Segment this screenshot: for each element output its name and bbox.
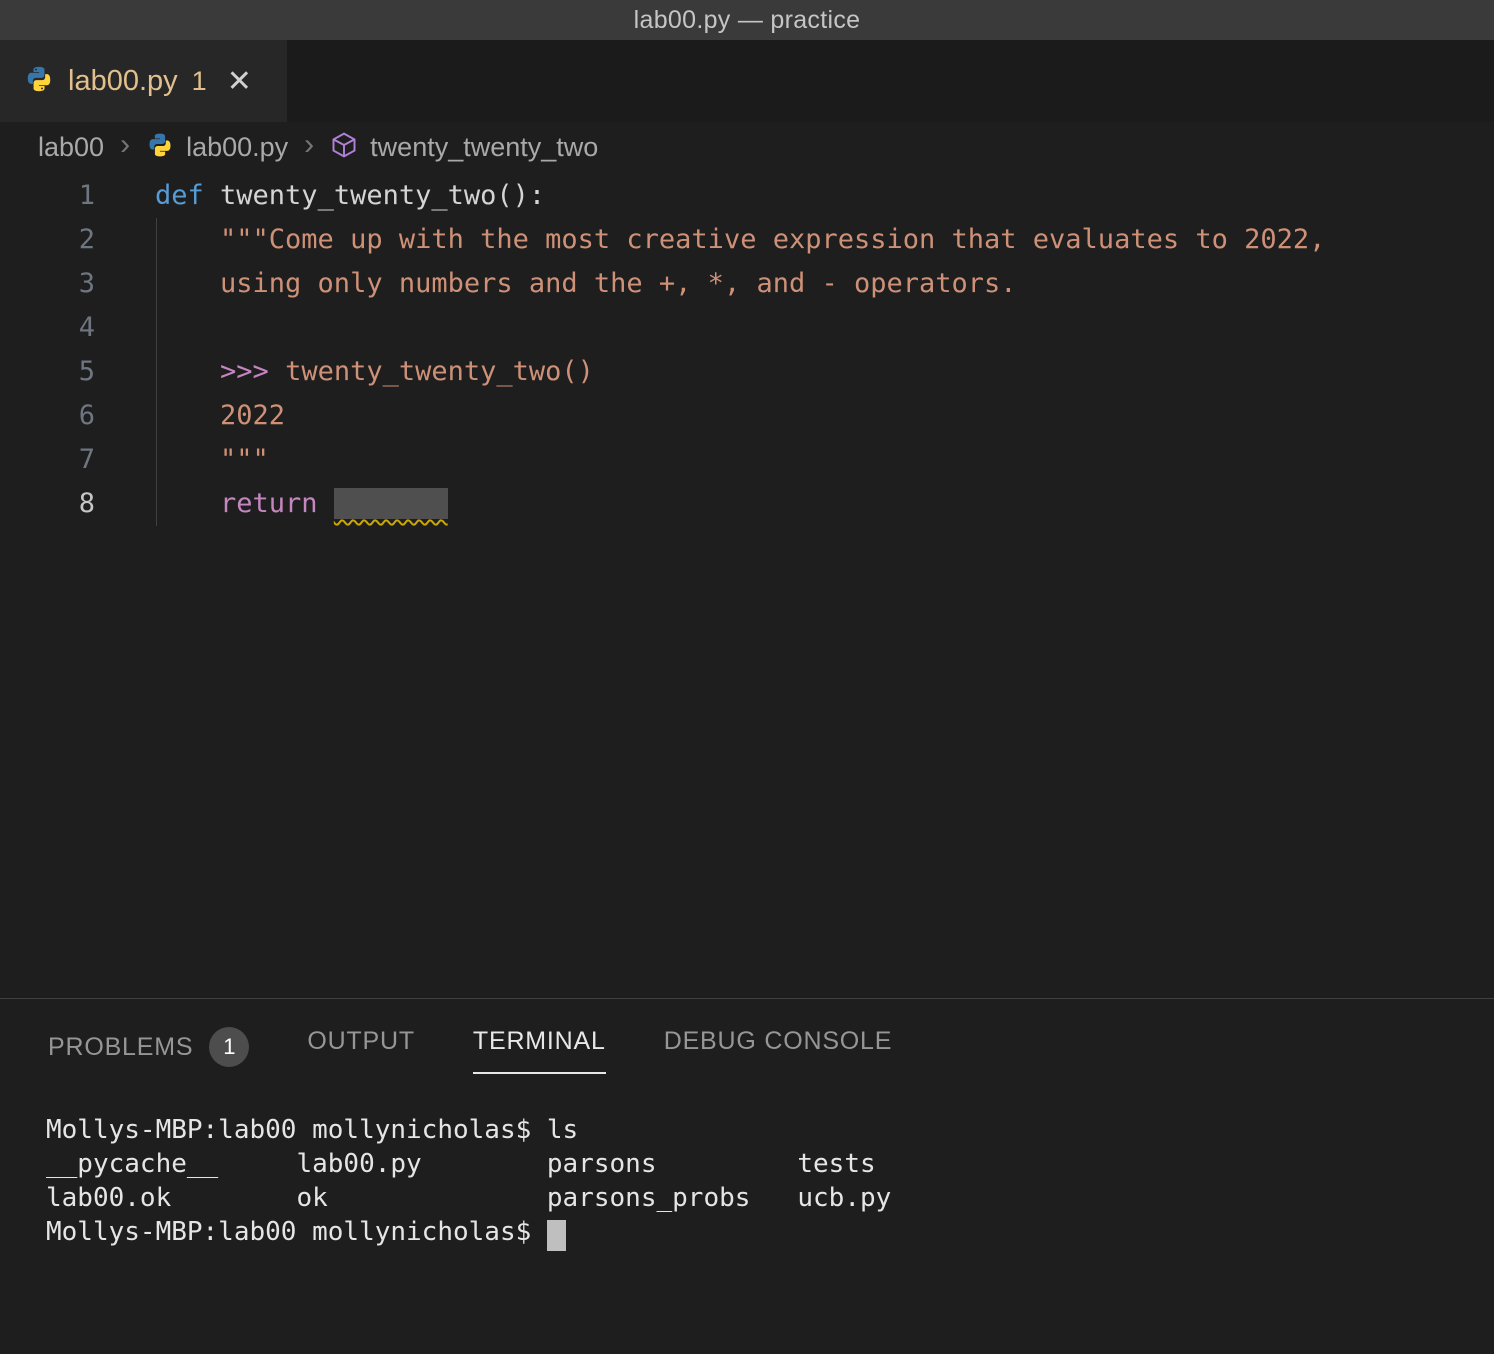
line-number: 7 <box>0 438 95 482</box>
code-token: """Come up with the most creative expres… <box>155 224 1325 255</box>
code-text: >>> twenty_twenty_two() <box>95 350 594 394</box>
line-number: 1 <box>0 174 95 218</box>
terminal-line: __pycache__ lab00.py parsons tests <box>46 1147 1494 1181</box>
problems-count-badge: 1 <box>209 1027 249 1067</box>
chevron-right-icon: › <box>300 128 318 162</box>
code-line-5[interactable]: 5 >>> twenty_twenty_two() <box>0 350 1494 394</box>
breadcrumb-file[interactable]: lab00.py <box>186 132 288 163</box>
code-text: 2022 <box>95 394 285 438</box>
code-text: """Come up with the most creative expres… <box>95 218 1325 262</box>
code-token: def <box>155 180 220 211</box>
terminal-line: Mollys-MBP:lab00 mollynicholas$ <box>46 1215 1494 1249</box>
panel-tab-debug-console[interactable]: DEBUG CONSOLE <box>664 1027 893 1074</box>
line-number: 6 <box>0 394 95 438</box>
close-icon[interactable]: ✕ <box>227 64 252 99</box>
python-icon <box>146 131 174 164</box>
code-line-1[interactable]: 1def twenty_twenty_two(): <box>0 174 1494 218</box>
symbol-cube-icon <box>330 131 358 164</box>
code-editor[interactable]: 1def twenty_twenty_two():2 """Come up wi… <box>0 172 1494 999</box>
panel-tab-label: TERMINAL <box>473 1027 606 1056</box>
panel-tab-output[interactable]: OUTPUT <box>307 1027 415 1074</box>
terminal-cursor <box>547 1220 566 1251</box>
code-line-3[interactable]: 3 using only numbers and the +, *, and -… <box>0 262 1494 306</box>
indent-guide <box>156 218 157 526</box>
panel-tab-bar: PROBLEMS 1 OUTPUT TERMINAL DEBUG CONSOLE <box>0 999 1494 1083</box>
line-number: 4 <box>0 306 95 350</box>
code-line-7[interactable]: 7 """ <box>0 438 1494 482</box>
code-text: """ <box>95 438 269 482</box>
line-number: 8 <box>0 482 95 526</box>
breadcrumb: lab00 › lab00.py › twenty_twenty_two <box>0 122 1494 172</box>
terminal-line: Mollys-MBP:lab00 mollynicholas$ ls <box>46 1113 1494 1147</box>
python-icon <box>24 64 54 99</box>
panel-tab-label: PROBLEMS <box>48 1033 193 1062</box>
breadcrumb-symbol[interactable]: twenty_twenty_two <box>370 132 598 163</box>
code-text: def twenty_twenty_two(): <box>95 174 545 218</box>
line-number: 2 <box>0 218 95 262</box>
tab-label: lab00.py <box>68 65 178 98</box>
code-lines: 1def twenty_twenty_two():2 """Come up wi… <box>0 172 1494 526</box>
line-number: 5 <box>0 350 95 394</box>
code-token <box>334 488 448 519</box>
tab-lab00py[interactable]: lab00.py 1 ✕ <box>0 40 287 122</box>
terminal-output[interactable]: Mollys-MBP:lab00 mollynicholas$ ls__pyca… <box>0 1083 1494 1354</box>
panel-tab-label: OUTPUT <box>307 1027 415 1056</box>
code-text: using only numbers and the +, *, and - o… <box>95 262 1017 306</box>
window-title: lab00.py — practice <box>634 6 861 35</box>
code-token <box>155 356 220 387</box>
tab-problem-count: 1 <box>192 66 207 97</box>
code-token: """ <box>155 444 269 475</box>
vscode-window: lab00.py — practice lab00.py 1 ✕ lab00 ›… <box>0 0 1494 1354</box>
breadcrumb-folder[interactable]: lab00 <box>38 132 104 163</box>
code-token: 2022 <box>155 400 285 431</box>
code-text: return <box>95 482 448 526</box>
chevron-right-icon: › <box>116 128 134 162</box>
line-number: 3 <box>0 262 95 306</box>
tab-bar: lab00.py 1 ✕ <box>0 40 1494 122</box>
code-text <box>95 306 155 350</box>
code-line-6[interactable]: 6 2022 <box>0 394 1494 438</box>
code-line-2[interactable]: 2 """Come up with the most creative expr… <box>0 218 1494 262</box>
panel-tab-problems[interactable]: PROBLEMS 1 <box>48 1027 249 1085</box>
code-token: twenty_twenty_two(): <box>220 180 545 211</box>
code-token <box>155 488 220 519</box>
code-token: >>> <box>220 356 285 387</box>
terminal-line: lab00.ok ok parsons_probs ucb.py <box>46 1181 1494 1215</box>
code-token: twenty_twenty_two() <box>285 356 594 387</box>
code-line-4[interactable]: 4 <box>0 306 1494 350</box>
panel-tab-terminal[interactable]: TERMINAL <box>473 1027 606 1074</box>
code-token: return <box>220 488 334 519</box>
panel-tab-label: DEBUG CONSOLE <box>664 1027 893 1056</box>
bottom-panel: PROBLEMS 1 OUTPUT TERMINAL DEBUG CONSOLE Mol… <box>0 999 1494 1354</box>
code-line-8[interactable]: 8 return <box>0 482 1494 526</box>
code-token: using only numbers and the +, *, and - o… <box>155 268 1017 299</box>
titlebar: lab00.py — practice <box>0 0 1494 40</box>
